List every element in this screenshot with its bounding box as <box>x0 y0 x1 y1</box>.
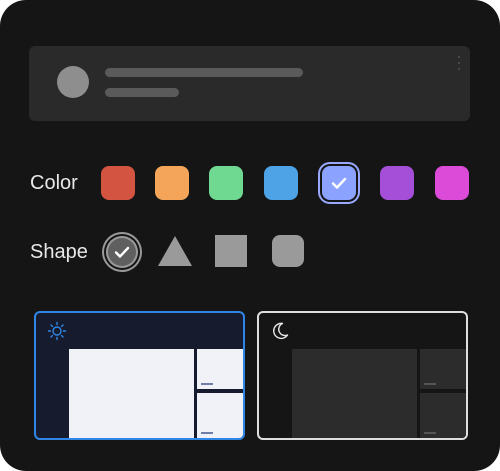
theme-option-dark[interactable] <box>257 311 468 440</box>
preview-card <box>29 46 470 121</box>
preview-window-side-bottom <box>197 393 243 438</box>
color-swatch-magenta[interactable] <box>435 166 469 200</box>
check-icon <box>108 238 136 266</box>
shape-label: Shape <box>30 241 88 263</box>
avatar-placeholder <box>57 66 89 98</box>
color-swatch-orange[interactable] <box>155 166 189 200</box>
color-swatch-green[interactable] <box>209 166 243 200</box>
shape-option-triangle[interactable] <box>157 234 193 268</box>
preview-window-side-top <box>197 349 243 389</box>
preview-window-main <box>292 349 417 438</box>
shape-option-circle[interactable] <box>106 236 138 268</box>
subtitle-placeholder-line <box>105 88 179 97</box>
color-swatch-red[interactable] <box>101 166 135 200</box>
check-icon <box>331 177 347 189</box>
color-swatch-purple[interactable] <box>380 166 414 200</box>
title-placeholder-line <box>105 68 303 77</box>
preview-window-side-bottom <box>420 393 466 438</box>
color-swatch-periwinkle[interactable] <box>322 166 356 200</box>
moon-icon <box>273 322 289 340</box>
appearance-settings-panel: Color Shape <box>0 0 500 471</box>
color-label: Color <box>30 172 78 194</box>
color-swatch-blue[interactable] <box>264 166 298 200</box>
shape-option-rounded-square[interactable] <box>272 235 304 267</box>
preview-window-side-top <box>420 349 466 389</box>
shape-option-square[interactable] <box>215 235 247 267</box>
more-options-icon[interactable] <box>458 56 461 70</box>
sun-icon <box>47 321 67 341</box>
theme-option-light[interactable] <box>34 311 245 440</box>
preview-window-main <box>69 349 194 438</box>
